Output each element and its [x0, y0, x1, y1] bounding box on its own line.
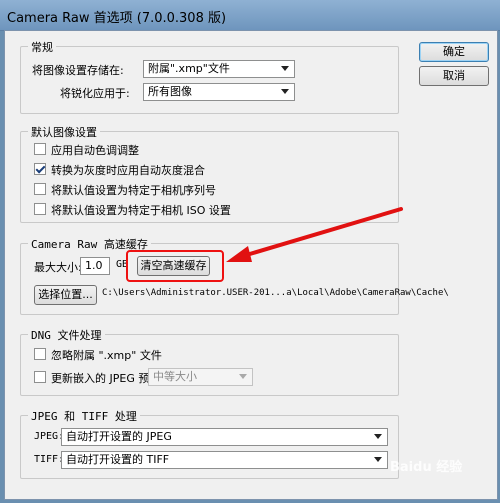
arrow-head	[226, 246, 252, 262]
annotation-arrow	[226, 207, 403, 262]
arrow-shaft	[241, 207, 403, 258]
baidu-watermark: Baidu 经验	[390, 460, 463, 475]
